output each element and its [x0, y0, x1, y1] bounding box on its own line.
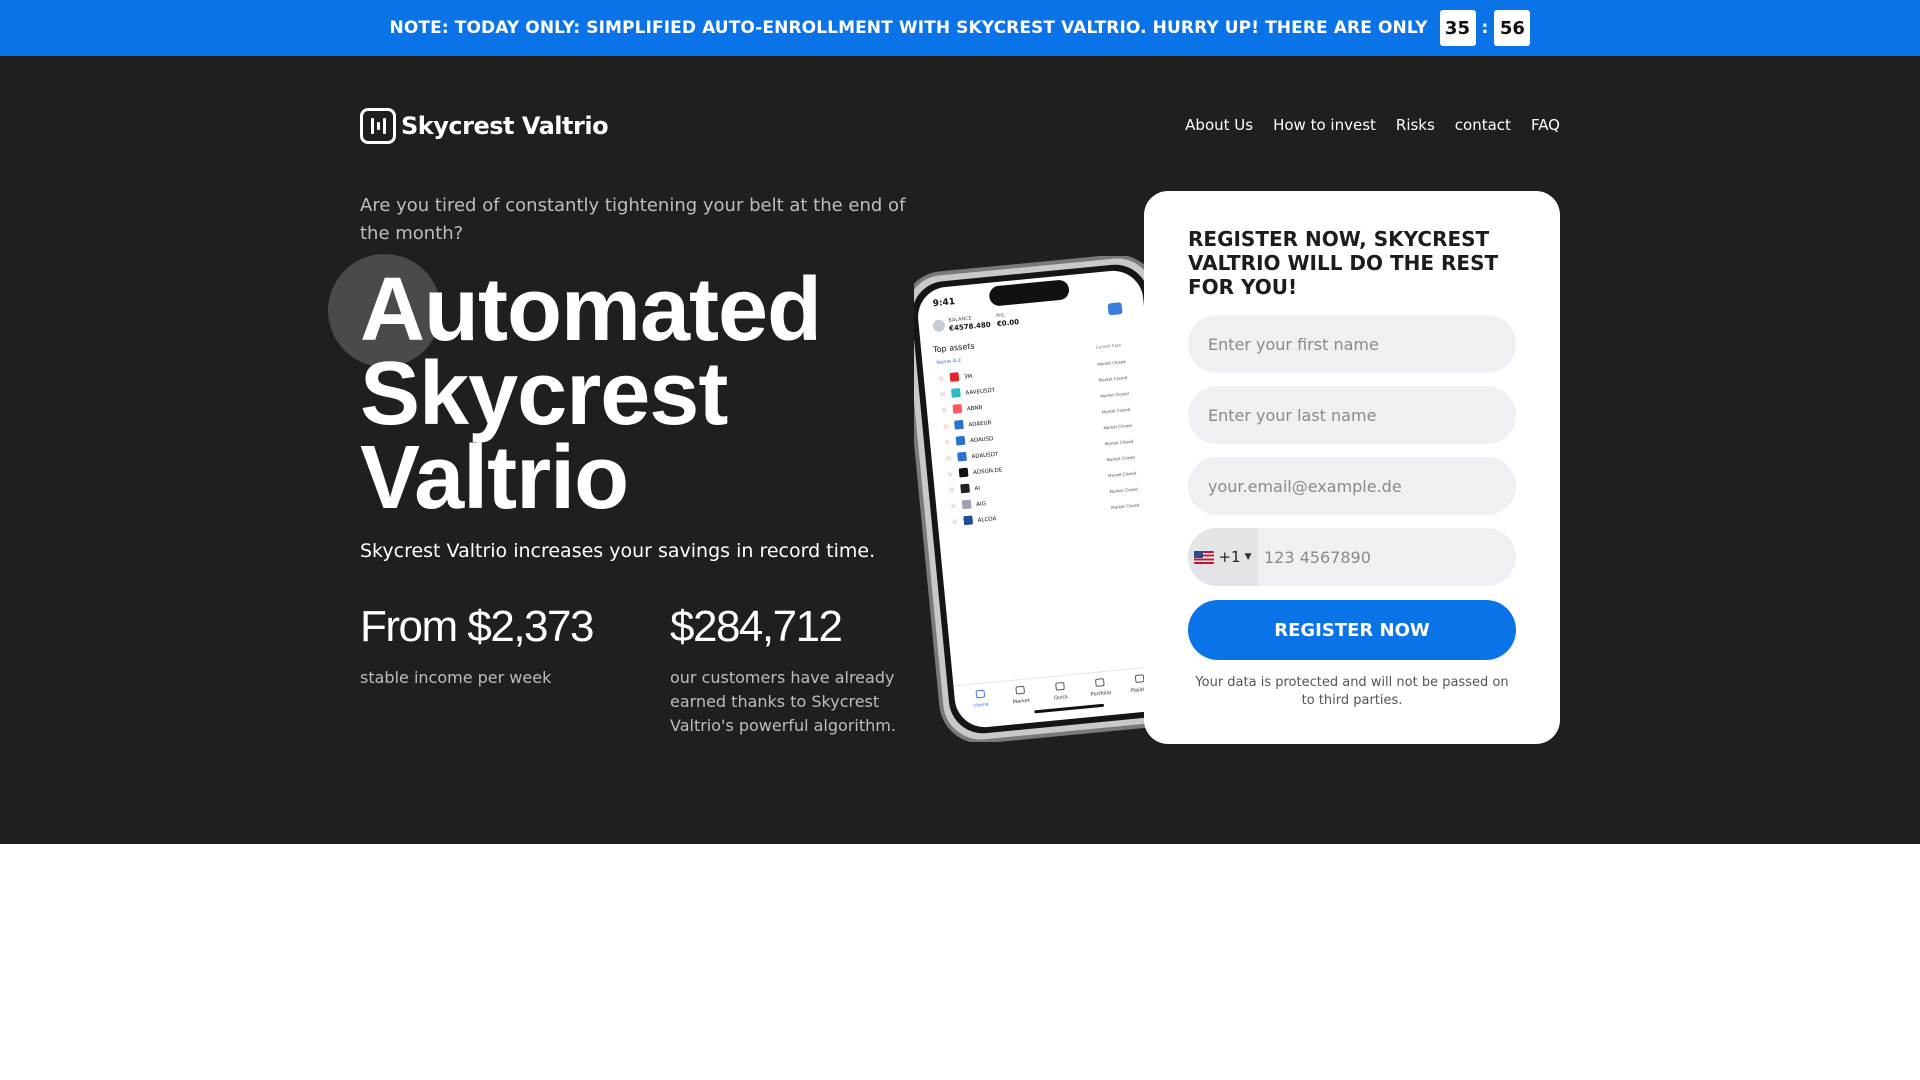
- star-icon: ☆: [941, 406, 948, 415]
- nav-risks[interactable]: Risks: [1396, 116, 1435, 134]
- phone-field[interactable]: [1258, 528, 1516, 586]
- promo-message: NOTE: TODAY ONLY: SIMPLIFIED AUTO-ENROLL…: [389, 18, 1428, 38]
- star-icon: ☆: [944, 438, 951, 447]
- email-field[interactable]: [1188, 457, 1516, 515]
- asset-logo-icon: [955, 435, 966, 446]
- wallet-icon: [1107, 302, 1123, 316]
- stat-total-earned: $284,712 our customers have already earn…: [670, 602, 910, 738]
- pnl-label: PnL: [996, 312, 1006, 319]
- asset-name: 3M: [964, 374, 973, 381]
- country-code: +1: [1218, 548, 1241, 566]
- stat-value: From $2,373: [360, 602, 594, 651]
- brand-name: Skycrest Valtrio: [401, 112, 609, 140]
- hero-headline: Automated Skycrest Valtrio: [360, 260, 920, 528]
- stat-label: stable income per week: [360, 668, 552, 687]
- star-icon: ☆: [950, 502, 957, 511]
- register-form-card: REGISTER NOW, SKYCREST VALTRIO WILL DO T…: [1144, 191, 1560, 744]
- hero-subline: Skycrest Valtrio increases your savings …: [360, 540, 876, 562]
- promo-banner: NOTE: TODAY ONLY: SIMPLIFIED AUTO-ENROLL…: [0, 0, 1920, 56]
- star-icon: ☆: [939, 390, 946, 399]
- first-name-field[interactable]: [1188, 315, 1516, 373]
- headline-line-1: Automated: [360, 260, 822, 360]
- asset-logo-icon: [954, 420, 964, 430]
- site-logo[interactable]: Skycrest Valtrio: [360, 108, 609, 144]
- countdown-minutes: 35: [1439, 10, 1476, 46]
- asset-logo-icon: [960, 483, 970, 494]
- headline-line-2: Skycrest: [360, 344, 728, 444]
- countdown-separator: :: [1481, 18, 1489, 38]
- form-title: REGISTER NOW, SKYCREST VALTRIO WILL DO T…: [1188, 227, 1499, 299]
- asset-name: AIG: [976, 501, 986, 508]
- hero-tagline: Are you tired of constantly tightening y…: [360, 195, 906, 244]
- main-nav: About Us How to invest Risks contact FAQ: [1185, 116, 1560, 134]
- star-icon: ☆: [945, 454, 952, 463]
- phone-field-group: +1 ▼: [1188, 528, 1516, 586]
- asset-logo-icon: [951, 388, 961, 398]
- headline-line-3: Valtrio: [360, 428, 629, 528]
- asset-name: AI: [974, 486, 980, 493]
- country-code-select[interactable]: +1 ▼: [1188, 528, 1258, 586]
- asset-logo-icon: [949, 372, 960, 382]
- phone-clock: 9:41: [932, 297, 955, 309]
- asset-logo-icon: [957, 451, 967, 462]
- us-flag-icon: [1194, 550, 1215, 564]
- stat-weekly-income: From $2,373 stable income per week: [360, 602, 640, 690]
- nav-how-to-invest[interactable]: How to invest: [1273, 116, 1376, 134]
- star-icon: ☆: [948, 486, 955, 495]
- nav-contact[interactable]: contact: [1455, 116, 1511, 134]
- nav-about-us[interactable]: About Us: [1185, 116, 1253, 134]
- nav-faq[interactable]: FAQ: [1531, 116, 1560, 134]
- privacy-note: Your data is protected and will not be p…: [1195, 675, 1509, 708]
- star-icon: ☆: [947, 470, 954, 479]
- asset-logo-icon: [961, 499, 972, 510]
- star-icon: ☆: [942, 422, 949, 431]
- asset-logo-icon: [963, 515, 973, 526]
- countdown-seconds: 56: [1494, 10, 1531, 46]
- asset-logo-icon: [952, 404, 963, 414]
- chevron-down-icon: ▼: [1244, 552, 1252, 562]
- register-button[interactable]: REGISTER NOW: [1188, 600, 1516, 660]
- star-icon: ☆: [951, 518, 958, 527]
- logo-icon: [360, 108, 396, 144]
- last-name-field[interactable]: [1188, 386, 1516, 444]
- star-icon: ☆: [938, 375, 945, 384]
- stat-value: $284,712: [670, 602, 843, 651]
- stat-label: our customers have already earned thanks…: [670, 668, 896, 735]
- asset-logo-icon: [958, 467, 969, 478]
